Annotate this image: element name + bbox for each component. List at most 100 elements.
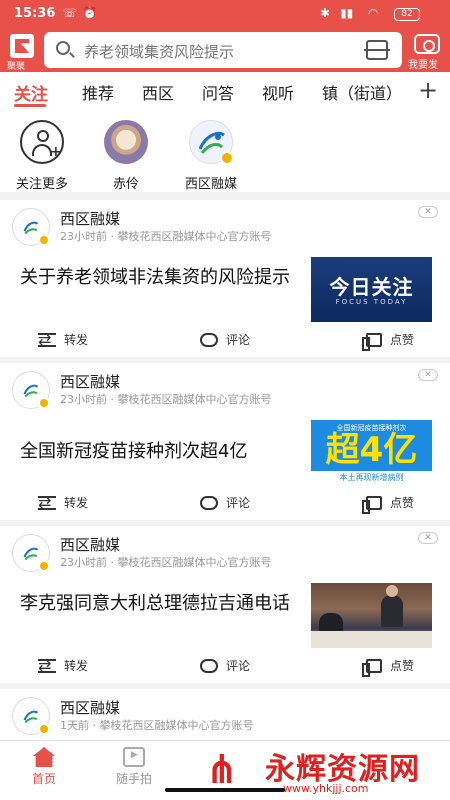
followed-account-item[interactable]: 西区融媒 <box>176 120 246 192</box>
thumbs-up-icon <box>362 658 382 677</box>
media-logo-icon <box>23 710 39 724</box>
feed-card[interactable]: 西区融媒 23小时前 · 攀枝花西区融媒体中心官方账号 ✕ 全国新冠疫苗接种剂次… <box>0 363 450 520</box>
share-icon <box>38 493 56 512</box>
comment-icon <box>200 658 218 673</box>
nav-snapshot-label: 随手拍 <box>115 772 152 786</box>
wifi-icon: ◠ <box>368 6 379 20</box>
battery-icon: 82 <box>394 8 420 21</box>
notification-icon: ☏ <box>62 6 78 20</box>
avatar[interactable] <box>12 534 50 572</box>
meeting-photo <box>381 585 403 627</box>
tab-town[interactable]: 镇（街道） <box>322 80 402 104</box>
avatar[interactable] <box>12 208 50 246</box>
feed-card[interactable]: 西区融媒 23小时前 · 攀枝花西区融媒体中心官方账号 ✕ 李克强同意大利总理德… <box>0 526 450 683</box>
home-icon <box>33 747 55 767</box>
thumbs-up-icon <box>362 332 382 351</box>
search-icon <box>56 41 70 55</box>
signal-icon: ▮▮ <box>340 6 354 20</box>
feed-card[interactable]: 西区融媒 1天前 · 攀枝花西区融媒体中心官方账号 <box>0 689 450 740</box>
watermark-url: www.yhkjjj.com <box>283 782 369 795</box>
add-user-icon: + <box>20 120 64 164</box>
share-button[interactable]: 转发 <box>38 493 88 512</box>
verified-badge-icon <box>38 397 50 409</box>
avatar[interactable] <box>12 697 50 735</box>
thumbs-up-icon <box>362 495 382 514</box>
like-button[interactable]: 点赞 <box>362 331 414 351</box>
post-thumbnail[interactable]: 全国新冠疫苗接种剂次 超4亿 本土再现新增病例 <box>311 420 432 485</box>
verified-badge-icon <box>220 151 234 165</box>
verified-badge-icon <box>38 234 50 246</box>
followed-account-item[interactable]: 赤伶 <box>91 120 161 192</box>
post-thumbnail[interactable] <box>311 583 432 648</box>
comment-icon <box>200 495 218 510</box>
media-logo-icon <box>23 384 39 398</box>
close-icon[interactable]: ✕ <box>418 206 438 218</box>
follow-row: + 关注更多 赤伶 西区融媒 <box>0 110 450 192</box>
account-name[interactable]: 西区融媒 <box>60 697 120 718</box>
comment-button[interactable]: 评论 <box>200 494 250 511</box>
share-button[interactable]: 转发 <box>38 330 88 349</box>
post-title[interactable]: 全国新冠疫苗接种剂次超4亿 <box>20 439 295 465</box>
scan-icon[interactable] <box>364 40 390 60</box>
share-icon <box>38 330 56 349</box>
close-icon[interactable]: ✕ <box>418 532 438 544</box>
account-name[interactable]: 西区融媒 <box>60 371 120 392</box>
post-title[interactable]: 关于养老领域非法集资的风险提示 <box>20 265 295 291</box>
media-logo-icon <box>23 221 39 235</box>
post-meta: 23小时前 · 攀枝花西区融媒体中心官方账号 <box>60 556 272 569</box>
nav-home-label: 首页 <box>31 772 56 786</box>
avatar[interactable] <box>12 371 50 409</box>
app-logo-label: 聚聚 <box>7 62 26 72</box>
thumbnail-title: 超4亿 <box>325 430 418 470</box>
comment-button[interactable]: 评论 <box>200 331 250 348</box>
follow-more-label: 关注更多 <box>15 177 68 192</box>
verified-badge-icon <box>38 723 50 735</box>
post-thumbnail[interactable]: 今日关注 FOCUS TODAY <box>311 257 432 322</box>
channel-tabs: 关注 推荐 西区 问答 视听 镇（街道） + <box>0 72 450 110</box>
tab-follow[interactable]: 关注 <box>14 80 48 105</box>
camera-icon[interactable] <box>414 34 440 54</box>
watermark-logo-icon: ⋔ <box>205 747 239 793</box>
video-icon <box>123 747 145 767</box>
tab-recommend[interactable]: 推荐 <box>82 80 114 104</box>
comment-button[interactable]: 评论 <box>200 657 250 674</box>
tab-active-indicator <box>14 104 46 107</box>
comment-icon <box>200 332 218 347</box>
top-header: 15:36 ☏ ⏰ ✱ ▮▮ ◠ 82 聚聚 养老领域集资风险提示 我要发 <box>0 0 450 72</box>
thumbnail-subtitle: FOCUS TODAY <box>335 298 408 306</box>
thumbnail-footer: 本土再现新增病例 <box>311 471 432 485</box>
post-meta: 23小时前 · 攀枝花西区融媒体中心官方账号 <box>60 393 272 406</box>
followed-account-label: 赤伶 <box>112 177 139 192</box>
alarm-icon: ⏰ <box>82 6 97 20</box>
tab-video[interactable]: 视听 <box>262 80 294 104</box>
like-button[interactable]: 点赞 <box>362 657 414 677</box>
app-logo-icon[interactable] <box>10 34 34 58</box>
post-title[interactable]: 李克强同意大利总理德拉吉通电话 <box>20 591 295 617</box>
avatar <box>104 120 148 164</box>
post-actions: 转发 评论 点赞 <box>0 330 450 355</box>
followed-account-label: 西区融媒 <box>184 177 237 192</box>
search-bar[interactable]: 养老领域集资风险提示 <box>44 32 402 68</box>
like-button[interactable]: 点赞 <box>362 494 414 514</box>
home-indicator[interactable] <box>165 788 285 792</box>
post-button-label[interactable]: 我要发 <box>408 56 438 71</box>
search-input[interactable]: 养老领域集资风险提示 <box>84 41 234 62</box>
post-actions: 转发 评论 点赞 <box>0 493 450 518</box>
account-name[interactable]: 西区融媒 <box>60 534 120 555</box>
feed-card[interactable]: 西区融媒 23小时前 · 攀枝花西区融媒体中心官方账号 ✕ 关于养老领域非法集资… <box>0 200 450 357</box>
share-icon <box>38 656 56 675</box>
media-logo-icon <box>23 547 39 561</box>
share-button[interactable]: 转发 <box>38 656 88 675</box>
account-name[interactable]: 西区融媒 <box>60 208 120 229</box>
post-meta: 1天前 · 攀枝花西区融媒体中心官方账号 <box>60 719 254 732</box>
tab-qa[interactable]: 问答 <box>202 80 234 104</box>
follow-more-item[interactable]: + 关注更多 <box>7 120 77 192</box>
avatar <box>189 120 234 165</box>
nav-home[interactable]: 首页 <box>14 747 74 787</box>
nav-snapshot[interactable]: 随手拍 <box>104 747 164 787</box>
tab-xiqu[interactable]: 西区 <box>142 80 174 104</box>
verified-badge-icon <box>38 560 50 572</box>
close-icon[interactable]: ✕ <box>418 369 438 381</box>
post-actions: 转发 评论 点赞 <box>0 656 450 681</box>
add-tab-icon[interactable]: + <box>418 76 438 104</box>
